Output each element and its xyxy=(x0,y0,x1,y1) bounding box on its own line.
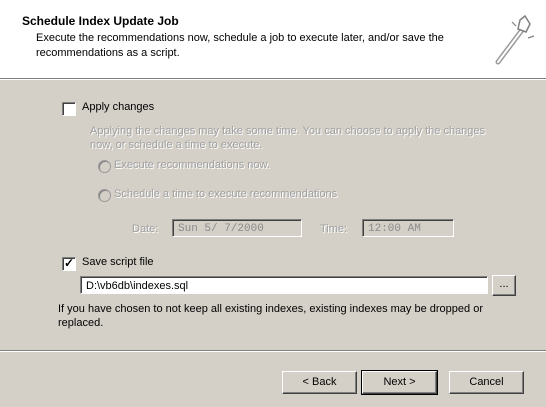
footer-divider xyxy=(0,350,546,352)
date-field[interactable]: Sun 5/ 7/2000 xyxy=(172,219,302,237)
wizard-body: Apply changes Applying the changes may t… xyxy=(0,80,546,350)
schedule-label: Schedule a time to execute recommendatio… xyxy=(114,188,338,200)
schedule-radio[interactable] xyxy=(98,189,111,202)
execute-now-radio[interactable] xyxy=(98,160,111,173)
back-button[interactable]: < Back xyxy=(282,371,357,394)
next-button[interactable]: Next > xyxy=(361,370,438,395)
apply-changes-checkbox[interactable] xyxy=(62,102,76,116)
wizard-header: Schedule Index Update Job Execute the re… xyxy=(0,0,546,79)
cancel-button[interactable]: Cancel xyxy=(449,371,524,394)
apply-description: Applying the changes may take some time.… xyxy=(90,125,486,151)
save-script-label: Save script file xyxy=(82,256,154,268)
wand-icon xyxy=(495,14,535,65)
script-path-input[interactable]: D:\vb6db\indexes.sql xyxy=(80,276,488,294)
time-field[interactable]: 12:00 AM xyxy=(362,219,454,237)
browse-button[interactable]: ... xyxy=(492,275,516,296)
checkmark-icon: ✓ xyxy=(64,256,75,270)
drop-indexes-note: If you have chosen to not keep all exist… xyxy=(58,303,483,329)
page-subtitle: Execute the recommendations now, schedul… xyxy=(36,32,444,59)
page-title: Schedule Index Update Job xyxy=(22,14,179,28)
apply-changes-label: Apply changes xyxy=(82,101,155,113)
date-label: Date: xyxy=(132,223,159,235)
save-script-checkbox[interactable]: ✓ xyxy=(62,256,76,271)
time-label: Time: xyxy=(320,223,348,235)
execute-now-label: Execute recommendations now. xyxy=(114,159,270,171)
